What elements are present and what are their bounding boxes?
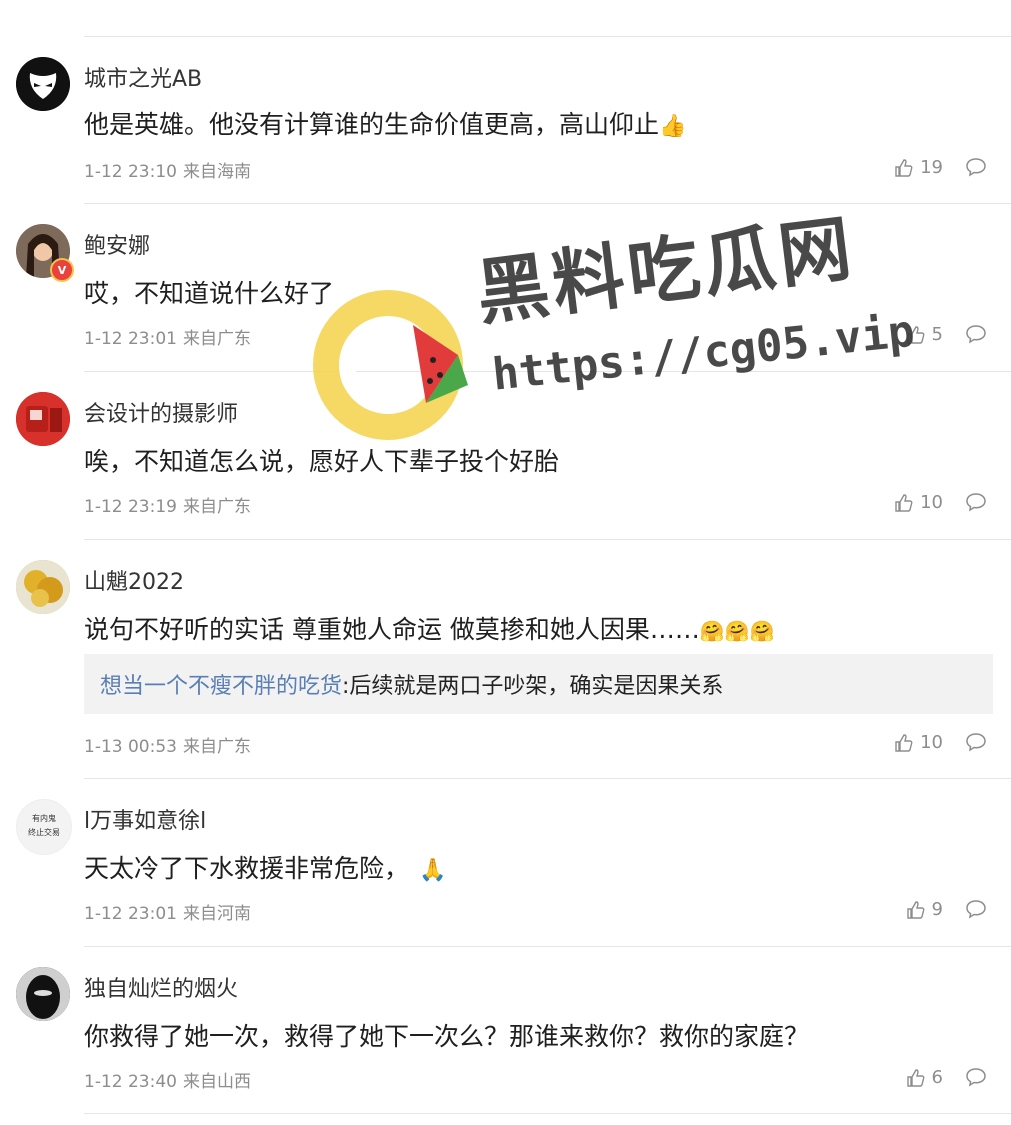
divider [84, 203, 1011, 204]
comment-time: 1-12 23:40 [84, 1072, 177, 1092]
like-count: 9 [931, 899, 943, 920]
like-button[interactable]: 10 [894, 492, 943, 513]
thumbs-up-icon [906, 1068, 924, 1087]
comment-author[interactable]: 城市之光AB [84, 61, 202, 93]
comment-author[interactable]: 鲍安娜 [84, 228, 150, 260]
avatar[interactable]: 有内鬼 终止交易 [16, 799, 72, 855]
comment-text: 天太冷了下水救援非常危险， 🙏 [84, 854, 447, 883]
comment-location: 来自河南 [182, 904, 251, 924]
thumbs-up-emoji-icon: 👍 [659, 113, 687, 139]
comment-time: 1-12 23:01 [84, 329, 177, 349]
comment-text: 哎，不知道说什么好了 [84, 279, 335, 308]
comment-author[interactable]: 独自灿烂的烟火 [84, 971, 238, 1003]
avatar[interactable] [16, 392, 70, 446]
comment-meta: 1-12 23:40 来自山西 [84, 1067, 257, 1092]
comment-location: 来自海南 [182, 162, 251, 182]
comment-meta: 1-12 23:19 来自广东 [84, 492, 257, 517]
comment-meta: 1-13 00:53 来自广东 [84, 732, 257, 757]
like-count: 5 [931, 324, 943, 345]
divider [84, 539, 1011, 540]
comment-author[interactable]: 山魈2022 [84, 564, 184, 596]
comment-time: 1-12 23:10 [84, 162, 177, 182]
thumbs-up-icon [906, 900, 924, 919]
comment-reply-icon[interactable] [965, 157, 987, 177]
like-count: 6 [931, 1067, 943, 1088]
thumbs-up-icon [895, 733, 913, 752]
thumbs-up-icon [895, 493, 913, 512]
reply-quote: 想当一个不瘦不胖的吃货:后续就是两口子吵架，确实是因果关系 [84, 654, 993, 714]
comment-author[interactable]: 会设计的摄影师 [84, 396, 238, 428]
hug-emoji-icon: 🤗🤗🤗 [699, 619, 775, 643]
like-button[interactable]: 5 [906, 324, 943, 345]
thumbs-up-icon [895, 158, 913, 177]
like-button[interactable]: 6 [906, 1067, 943, 1088]
comment-author[interactable]: l万事如意徐l [84, 803, 206, 835]
divider [84, 1113, 1011, 1114]
like-count: 10 [920, 492, 943, 513]
comment-meta: 1-12 23:10 来自海南 [84, 157, 257, 182]
comment-reply-icon[interactable] [965, 732, 987, 752]
avatar[interactable] [16, 560, 70, 614]
reply-text: :后续就是两口子吵架，确实是因果关系 [342, 674, 724, 699]
comment-location: 来自山西 [182, 1072, 251, 1092]
avatar[interactable] [16, 967, 70, 1021]
comment-text: 你救得了她一次，救得了她下一次么？那谁来救你？救你的家庭？ [84, 1022, 810, 1051]
comment-time: 1-12 23:01 [84, 904, 177, 924]
comment-time: 1-12 23:19 [84, 497, 177, 517]
avatar[interactable] [16, 57, 70, 111]
reply-author[interactable]: 想当一个不瘦不胖的吃货 [100, 668, 342, 700]
comment-location: 来自广东 [182, 497, 251, 517]
comment-location: 来自广东 [182, 737, 251, 757]
divider [84, 36, 1011, 37]
comment-text: 他是英雄。他没有计算谁的生命价值更高，高山仰止👍 [84, 110, 687, 139]
like-button[interactable]: 9 [906, 899, 943, 920]
avatar-text: 有内鬼 终止交易 [28, 814, 60, 837]
comment-time: 1-13 00:53 [84, 737, 177, 757]
divider [84, 946, 1011, 947]
like-button[interactable]: 10 [894, 732, 943, 753]
comment-meta: 1-12 23:01 来自广东 [84, 324, 257, 349]
like-button[interactable]: 19 [894, 157, 943, 178]
comment-text: 说句不好听的实话 尊重她人命运 做莫掺和她人因果……🤗🤗🤗 [84, 615, 775, 644]
comment-meta: 1-12 23:01 来自河南 [84, 899, 257, 924]
pray-emoji-icon: 🙏 [419, 857, 447, 883]
comment-reply-icon[interactable] [965, 492, 987, 512]
comment-text: 唉，不知道怎么说，愿好人下辈子投个好胎 [84, 447, 560, 476]
comment-reply-icon[interactable] [965, 324, 987, 344]
divider [84, 778, 1011, 779]
comment-reply-icon[interactable] [965, 1067, 987, 1087]
like-count: 19 [920, 157, 943, 178]
like-count: 10 [920, 732, 943, 753]
comment-list: 城市之光AB 他是英雄。他没有计算谁的生命价值更高，高山仰止👍 1-12 23:… [0, 0, 1011, 1125]
comment-location: 来自广东 [182, 329, 251, 349]
comment-reply-icon[interactable] [965, 899, 987, 919]
verified-badge: V [50, 258, 74, 282]
thumbs-up-icon [906, 325, 924, 344]
divider [84, 371, 1011, 372]
